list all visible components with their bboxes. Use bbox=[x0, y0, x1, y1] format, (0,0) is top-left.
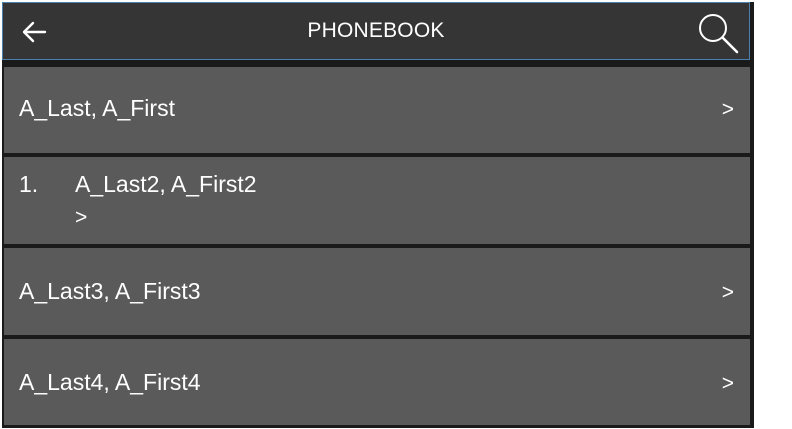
chevron-right-icon: > bbox=[75, 206, 88, 229]
chevron-right-icon: > bbox=[721, 98, 734, 121]
header-bar: PHONEBOOK bbox=[2, 2, 750, 60]
magnifier-icon bbox=[699, 14, 739, 54]
search-button[interactable] bbox=[693, 9, 743, 57]
contact-row[interactable]: A_Last, A_First > bbox=[4, 67, 750, 153]
chevron-right-icon: > bbox=[721, 372, 734, 395]
chevron-right-icon: > bbox=[721, 281, 734, 304]
contact-name: A_Last3, A_First3 bbox=[19, 278, 201, 304]
contact-row[interactable]: A_Last3, A_First3 > bbox=[4, 248, 750, 335]
contact-name: A_Last2, A_First2 bbox=[75, 171, 257, 197]
contact-name: A_Last, A_First bbox=[19, 95, 175, 121]
contact-row[interactable]: A_Last4, A_First4 > bbox=[4, 339, 750, 425]
contact-name: A_Last4, A_First4 bbox=[19, 369, 201, 395]
contact-index: 1. bbox=[19, 171, 39, 197]
contact-row[interactable]: 1. A_Last2, A_First2 > bbox=[4, 157, 750, 244]
page-title: PHONEBOOK bbox=[307, 19, 445, 42]
